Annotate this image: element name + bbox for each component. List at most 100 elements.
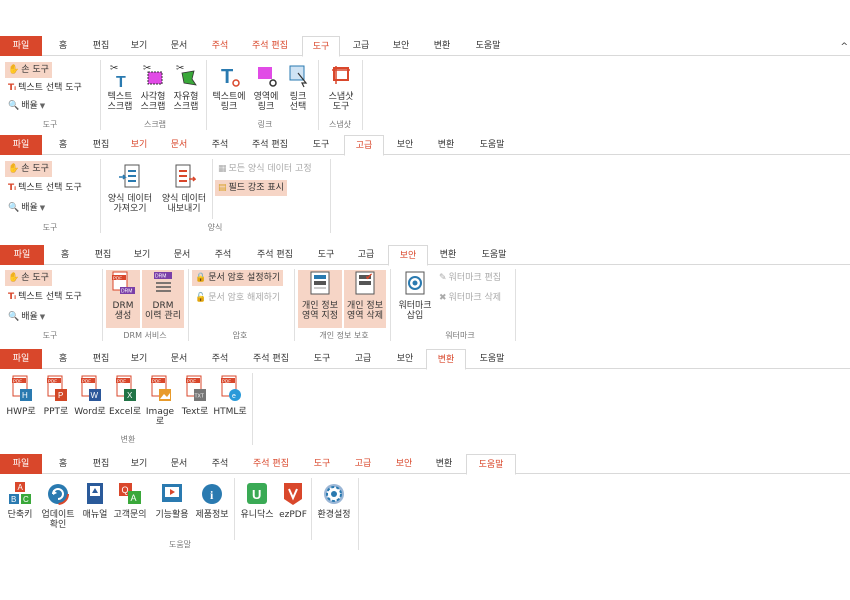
tab-annotation-edit[interactable]: 주석 편집	[244, 245, 306, 265]
tab-annotation-edit[interactable]: 주석 편집	[240, 36, 300, 56]
check-update-button[interactable]: 업데이트 확인	[38, 481, 78, 530]
tab-view[interactable]: 보기	[120, 36, 158, 56]
import-form-data-button[interactable]: 양식 데이터 가져오기	[104, 163, 156, 214]
convert-to-hwp-button[interactable]: PDF H HWP로	[4, 374, 38, 417]
product-info-button[interactable]: i 제품정보	[192, 481, 232, 520]
drm-create-button[interactable]: PDF DRM DRM 생성	[106, 270, 140, 328]
text-select-tool-button[interactable]: Tᵢ 텍스트 선택 도구	[5, 289, 85, 305]
tab-edit[interactable]: 편집	[84, 245, 122, 265]
link-select-button[interactable]: 링크 선택	[284, 61, 312, 112]
tab-annotation[interactable]: 주석	[200, 349, 240, 369]
tab-annotation[interactable]: 주석	[200, 454, 240, 474]
ezpdf-button[interactable]: ezPDF	[278, 481, 308, 520]
tab-home[interactable]: 홈	[44, 349, 82, 369]
unidocs-button[interactable]: U 유니닥스	[237, 481, 277, 520]
text-select-tool-button[interactable]: Tᵢ 텍스트 선택 도구	[5, 80, 85, 96]
tab-help[interactable]: 도움말	[470, 245, 518, 265]
tab-help[interactable]: 도움말	[468, 349, 516, 369]
drm-history-button[interactable]: DRM DRM 이력 관리	[142, 270, 184, 328]
tab-edit[interactable]: 편집	[82, 349, 120, 369]
snapshot-tool-button[interactable]: 스냅샷 도구	[322, 61, 360, 112]
text-select-tool-button[interactable]: Tᵢ 텍스트 선택 도구	[5, 180, 85, 196]
tab-home[interactable]: 홈	[46, 245, 84, 265]
tab-annotation[interactable]: 주석	[202, 245, 244, 265]
tab-convert[interactable]: 변환	[426, 349, 466, 370]
tab-security[interactable]: 보안	[386, 135, 424, 155]
link-to-area-button[interactable]: 영역에 링크	[250, 61, 282, 112]
watermark-delete-button[interactable]: ✖ 워터마크 삭제	[436, 290, 504, 306]
hand-tool-button[interactable]: ✋ 손 도구	[5, 270, 52, 286]
tab-edit[interactable]: 편집	[82, 135, 120, 155]
tab-convert[interactable]: 변환	[428, 245, 468, 265]
tab-view[interactable]: 보기	[120, 135, 158, 155]
tab-edit[interactable]: 편집	[82, 36, 120, 56]
field-highlight-button[interactable]: ▤ 필드 강조 표시	[215, 180, 287, 196]
tab-view[interactable]: 보기	[120, 349, 158, 369]
watermark-insert-button[interactable]: 워터마크 삽입	[394, 270, 436, 321]
privacy-area-set-button[interactable]: 개인 정보 영역 지정	[298, 270, 342, 328]
tab-tools[interactable]: 도구	[302, 36, 340, 57]
manual-button[interactable]: 매뉴얼	[80, 481, 110, 520]
tab-file[interactable]: 파일	[0, 36, 42, 56]
tab-convert[interactable]: 변환	[426, 135, 466, 155]
zoom-dropdown[interactable]: 🔍 배율 ▼	[5, 98, 48, 114]
convert-to-excel-button[interactable]: PDF X Excel로	[108, 374, 142, 417]
tab-tools[interactable]: 도구	[302, 349, 342, 369]
tab-convert[interactable]: 변환	[424, 454, 464, 474]
tab-security[interactable]: 보안	[388, 245, 428, 266]
tab-advanced[interactable]: 고급	[344, 135, 384, 156]
tab-security[interactable]: 보안	[384, 349, 426, 369]
zoom-dropdown[interactable]: 🔍 배율 ▼	[5, 200, 48, 216]
tab-home[interactable]: 홈	[44, 454, 82, 474]
tab-tools[interactable]: 도구	[302, 454, 342, 474]
shortcut-keys-button[interactable]: ABC 단축키	[4, 481, 36, 520]
tab-advanced[interactable]: 고급	[342, 349, 384, 369]
collapse-ribbon-icon[interactable]: ^	[840, 42, 848, 52]
tab-annotation[interactable]: 주석	[200, 36, 240, 56]
customer-inquiry-button[interactable]: QA 고객문의	[110, 481, 150, 520]
zoom-dropdown[interactable]: 🔍 배율 ▼	[5, 309, 48, 325]
export-form-data-button[interactable]: 양식 데이터 내보내기	[158, 163, 210, 214]
tab-annotation-edit[interactable]: 주석 편집	[240, 135, 300, 155]
tab-document[interactable]: 문서	[162, 245, 202, 265]
tab-security[interactable]: 보안	[382, 36, 420, 56]
tab-home[interactable]: 홈	[44, 36, 82, 56]
fix-all-form-data-button[interactable]: ▦ 모든 양식 데이터 고정	[215, 161, 315, 177]
tab-view[interactable]: 보기	[120, 454, 158, 474]
tab-advanced[interactable]: 고급	[342, 36, 380, 56]
tab-security[interactable]: 보안	[384, 454, 424, 474]
convert-to-text-button[interactable]: PDF TXT Text로	[178, 374, 212, 417]
tab-document[interactable]: 문서	[158, 135, 200, 155]
convert-to-html-button[interactable]: PDF e HTML로	[212, 374, 248, 417]
tab-help[interactable]: 도움말	[464, 36, 512, 56]
tab-convert[interactable]: 변환	[422, 36, 462, 56]
convert-to-ppt-button[interactable]: PDF P PPT로	[40, 374, 72, 417]
preferences-button[interactable]: 환경설정	[314, 481, 354, 520]
tab-annotation-edit[interactable]: 주석 편집	[240, 349, 302, 369]
hand-tool-button[interactable]: ✋ 손 도구	[5, 62, 52, 78]
tab-view[interactable]: 보기	[122, 245, 162, 265]
remove-password-button[interactable]: 🔓 문서 암호 해제하기	[192, 290, 283, 306]
tab-annotation[interactable]: 주석	[200, 135, 240, 155]
convert-to-image-button[interactable]: PDF Image로	[142, 374, 178, 427]
text-scrap-button[interactable]: ✂ T 텍스트 스크랩	[104, 61, 136, 112]
tab-tools[interactable]: 도구	[302, 135, 340, 155]
rect-scrap-button[interactable]: ✂ 사각형 스크랩	[137, 61, 169, 112]
tab-help[interactable]: 도움말	[466, 454, 516, 475]
watermark-edit-button[interactable]: ✎ 워터마크 편집	[436, 270, 504, 286]
tab-advanced[interactable]: 고급	[342, 454, 384, 474]
privacy-area-delete-button[interactable]: ✔ 개인 정보 영역 삭제	[344, 270, 386, 328]
tab-document[interactable]: 문서	[158, 36, 200, 56]
tab-file[interactable]: 파일	[0, 245, 44, 265]
tab-home[interactable]: 홈	[44, 135, 82, 155]
tab-document[interactable]: 문서	[158, 454, 200, 474]
set-password-button[interactable]: 🔒 문서 암호 설정하기	[192, 270, 284, 286]
tab-edit[interactable]: 편집	[82, 454, 120, 474]
freeform-scrap-button[interactable]: ✂ 자유형 스크랩	[170, 61, 202, 112]
tab-file[interactable]: 파일	[0, 454, 42, 474]
tab-document[interactable]: 문서	[158, 349, 200, 369]
hand-tool-button[interactable]: ✋ 손 도구	[5, 161, 52, 177]
tab-file[interactable]: 파일	[0, 135, 42, 155]
tab-annotation-edit[interactable]: 주석 편집	[240, 454, 302, 474]
tab-tools[interactable]: 도구	[306, 245, 346, 265]
